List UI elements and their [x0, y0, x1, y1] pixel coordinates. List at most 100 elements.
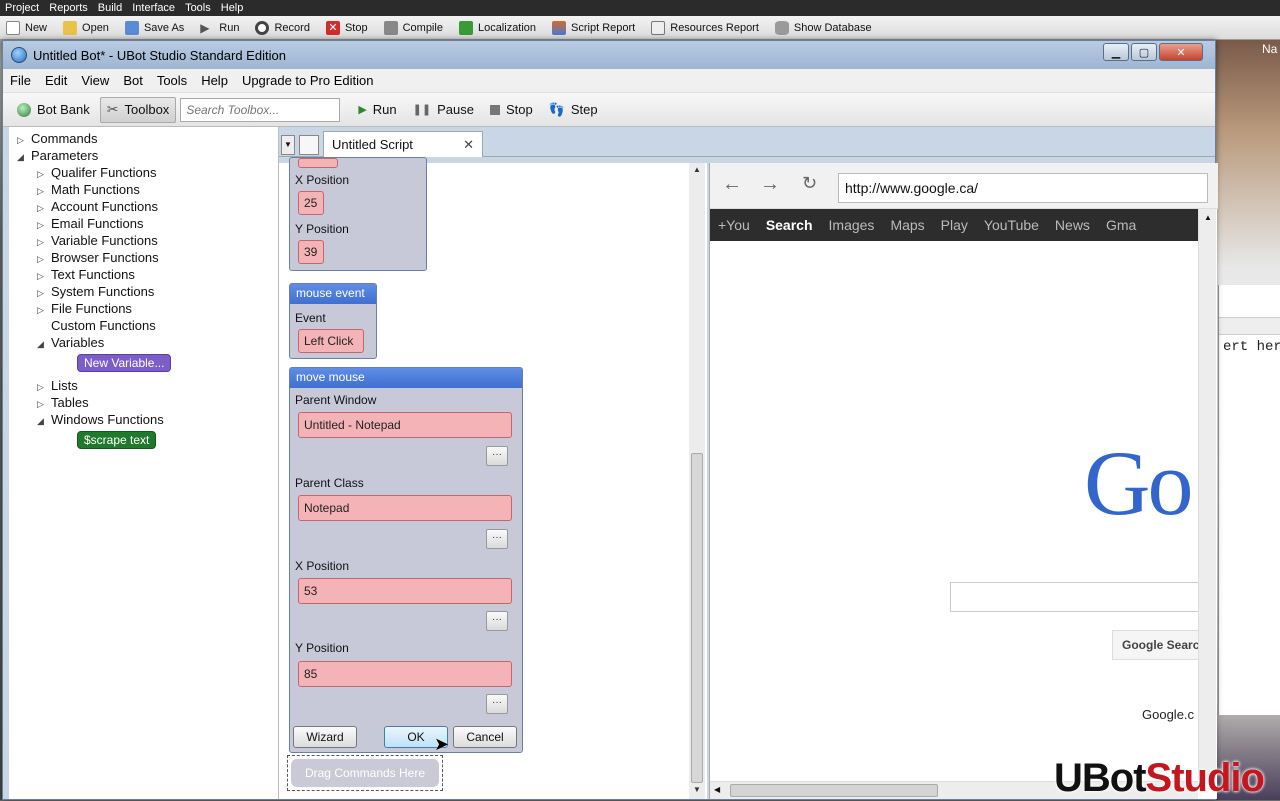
scroll-up-icon[interactable]: ▲	[693, 165, 701, 174]
browser-hscroll-thumb[interactable]	[730, 784, 938, 797]
event-field[interactable]: Left Click	[298, 329, 364, 353]
search-toolbox-input[interactable]	[180, 97, 341, 122]
scrape-text-chip[interactable]: $scrape text	[77, 431, 157, 449]
menu-tools[interactable]: Tools	[150, 73, 194, 88]
tree-item-text-functions[interactable]: ▷ Text Functions	[37, 267, 135, 282]
drag-drop-zone[interactable]: Drag Commands Here	[287, 755, 443, 791]
canvas-scrollbar[interactable]: ▲ ▼	[689, 163, 705, 799]
gbar-you[interactable]: +You	[710, 217, 758, 233]
menu-view[interactable]: View	[74, 73, 116, 88]
gbar-news[interactable]: News	[1047, 217, 1098, 233]
notepad-window[interactable]: ert here	[1218, 285, 1280, 715]
y-position-browse-button[interactable]: ···	[486, 694, 508, 714]
menu-upgrade[interactable]: Upgrade to Pro Edition	[235, 73, 381, 88]
app-menu-build[interactable]: Build	[93, 2, 127, 14]
app-menu-tools[interactable]: Tools	[180, 2, 216, 14]
google-search-input[interactable]	[950, 582, 1198, 612]
y-position-field[interactable]: 39	[298, 240, 324, 264]
tree-item-email-functions[interactable]: ▷ Email Functions	[37, 216, 143, 231]
parent-window-browse-button[interactable]: ···	[486, 446, 508, 466]
tree-item-variables[interactable]: ◢ Variables	[37, 335, 104, 350]
x-position-field[interactable]: 25	[298, 191, 324, 215]
scroll-left-icon[interactable]: ◀	[714, 785, 720, 794]
scroll-down-icon[interactable]: ▼	[693, 785, 701, 794]
x-position-browse-button[interactable]: ···	[486, 611, 508, 631]
tab-untitled-script[interactable]: Untitled Script ✕	[323, 131, 483, 157]
tree-item-account-functions[interactable]: ▷ Account Functions	[37, 199, 158, 214]
new-button[interactable]: New	[0, 17, 53, 39]
google-search-button[interactable]: Google Searc	[1112, 630, 1198, 660]
save-as-button[interactable]: Save As	[119, 17, 190, 39]
minimize-button[interactable]: ▁	[1103, 43, 1129, 61]
record-button[interactable]: Record	[249, 17, 315, 39]
command-block-mouse-event[interactable]: mouse event Event Left Click	[289, 283, 377, 359]
app-run-button[interactable]: ▶ Run	[194, 17, 245, 39]
title-bar[interactable]: Untitled Bot* - UBot Studio Standard Edi…	[3, 41, 1215, 69]
app-menu-project[interactable]: Project	[0, 2, 44, 14]
pause-button[interactable]: ❚❚ Pause	[407, 97, 480, 123]
show-database-button[interactable]: Show Database	[769, 17, 878, 39]
parent-class-browse-button[interactable]: ···	[486, 529, 508, 549]
compile-button[interactable]: Compile	[378, 17, 449, 39]
gbar-gmail[interactable]: Gma	[1098, 217, 1144, 233]
url-input[interactable]: http://www.google.ca/	[838, 173, 1208, 203]
tree-item-system-functions[interactable]: ▷ System Functions	[37, 284, 154, 299]
tree-item-browser-functions[interactable]: ▷ Browser Functions	[37, 250, 159, 265]
tree-item-lists[interactable]: ▷ Lists	[37, 378, 78, 393]
reload-icon[interactable]: ↻	[802, 173, 817, 194]
gbar-maps[interactable]: Maps	[882, 217, 932, 233]
menu-help[interactable]: Help	[194, 73, 235, 88]
wizard-button[interactable]: Wizard	[293, 726, 357, 748]
close-tab-icon[interactable]: ✕	[463, 137, 474, 153]
parent-window-field[interactable]: Untitled - Notepad	[298, 412, 512, 438]
google-logo[interactable]: Go	[1084, 433, 1198, 533]
open-button[interactable]: Open	[57, 17, 115, 39]
step-button[interactable]: 👣 Step	[543, 97, 604, 123]
tree-item-windows-functions[interactable]: ◢ Windows Functions	[37, 412, 164, 427]
run-button[interactable]: ▶ Run	[352, 97, 402, 123]
forward-arrow-icon[interactable]: →	[760, 173, 780, 196]
maximize-button[interactable]: ▢	[1131, 43, 1157, 61]
toolbox-button[interactable]: ✂ Toolbox	[99, 96, 177, 123]
browser-vertical-scrollbar[interactable]: ▲	[1198, 209, 1216, 779]
menu-file[interactable]: File	[3, 73, 38, 88]
gbar-images[interactable]: Images	[821, 217, 883, 233]
script-canvas[interactable]: X Position 25 Y Position 39 mouse event …	[279, 157, 707, 799]
bot-bank-button[interactable]: Bot Bank	[11, 97, 96, 123]
google-footer-text[interactable]: Google.c	[1142, 707, 1194, 722]
gbar-youtube[interactable]: YouTube	[976, 217, 1047, 233]
tree-item-custom-functions[interactable]: Custom Functions	[51, 318, 156, 333]
stop-button[interactable]: Stop	[484, 97, 539, 123]
menu-edit[interactable]: Edit	[38, 73, 74, 88]
cancel-button[interactable]: Cancel	[453, 726, 517, 748]
resources-report-button[interactable]: Resources Report	[645, 17, 765, 39]
new-variable-chip[interactable]: New Variable...	[77, 354, 172, 372]
x-position-field[interactable]: 53	[298, 578, 512, 604]
app-stop-button[interactable]: ✕ Stop	[320, 17, 374, 39]
command-block-click[interactable]: X Position 25 Y Position 39	[289, 157, 427, 271]
tree-item-qualifier-functions[interactable]: ▷ Qualifer Functions	[37, 165, 157, 180]
localization-button[interactable]: Localization	[453, 17, 542, 39]
tree-parameters[interactable]: ◢ Parameters	[17, 148, 98, 163]
gbar-search[interactable]: Search	[758, 217, 821, 233]
tab-dropdown-button[interactable]: ▼	[281, 135, 295, 155]
close-window-button[interactable]: ✕	[1159, 43, 1203, 61]
gbar-play[interactable]: Play	[933, 217, 976, 233]
back-arrow-icon[interactable]: ←	[722, 173, 742, 196]
tree-item-file-functions[interactable]: ▷ File Functions	[37, 301, 132, 316]
parent-class-field[interactable]: Notepad	[298, 495, 512, 521]
y-position-field[interactable]: 85	[298, 661, 512, 687]
app-menu-interface[interactable]: Interface	[127, 2, 180, 14]
canvas-scroll-thumb[interactable]	[691, 453, 703, 783]
tree-item-math-functions[interactable]: ▷ Math Functions	[37, 182, 140, 197]
tree-item-variable-functions[interactable]: ▷ Variable Functions	[37, 233, 158, 248]
script-report-button[interactable]: Script Report	[546, 17, 641, 39]
notepad-text[interactable]: ert here	[1223, 339, 1280, 355]
scroll-up-icon[interactable]: ▲	[1204, 213, 1212, 222]
app-menu-help[interactable]: Help	[216, 2, 249, 14]
command-block-move-mouse[interactable]: move mouse Parent Window Untitled - Note…	[289, 367, 523, 754]
app-menu-reports[interactable]: Reports	[44, 2, 93, 14]
tree-commands[interactable]: ▷ Commands	[17, 131, 97, 146]
truncated-field[interactable]	[298, 158, 338, 168]
tree-item-tables[interactable]: ▷ Tables	[37, 395, 89, 410]
